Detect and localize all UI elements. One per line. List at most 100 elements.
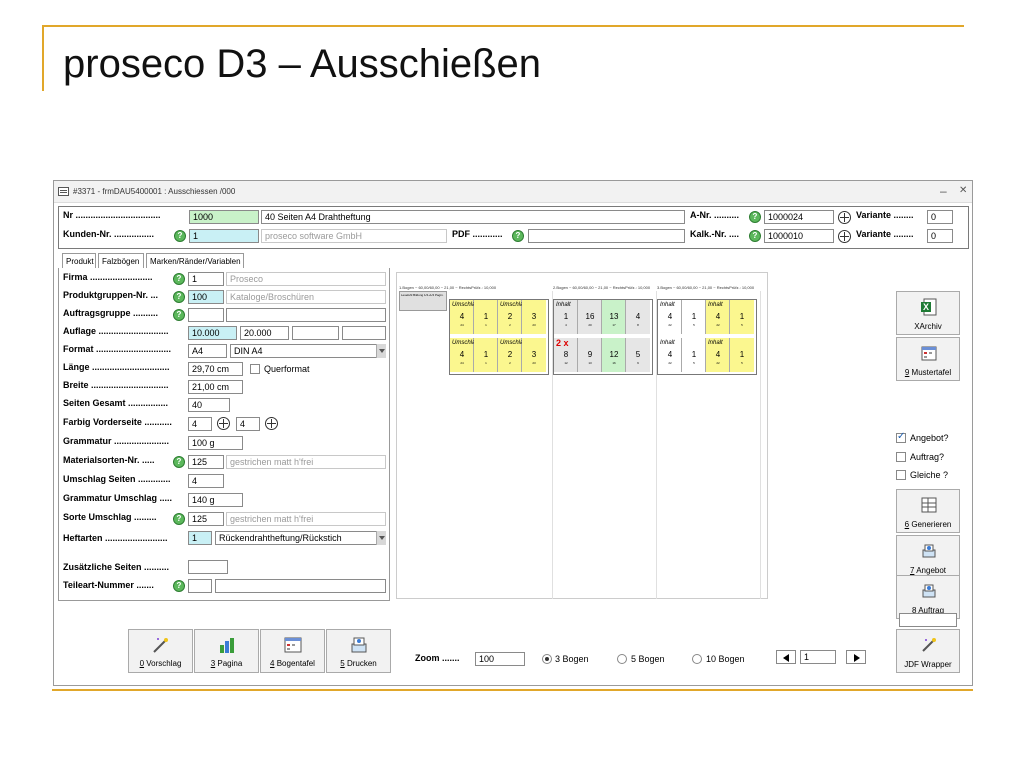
format-select[interactable]: DIN A4 [230,344,386,358]
variante-field[interactable]: 0 [927,210,953,224]
angebot-button[interactable]: 7 Angebot [896,535,960,579]
grammatur-field[interactable]: 100 g [188,436,243,450]
heftarten-label: Heftarten ......................... [63,533,168,543]
help-icon[interactable]: ? [749,230,761,242]
format-field[interactable]: A4 [188,344,227,358]
crosshair-icon[interactable] [838,230,851,243]
chevron-down-icon[interactable] [376,531,386,545]
radio-5-bogen[interactable] [617,654,627,664]
header-panel: Nr .................................. 10… [58,206,969,249]
crosshair-icon[interactable] [265,417,278,430]
auflage-field-1[interactable]: 10.000 [188,326,237,340]
gleiche-checkbox[interactable] [896,470,906,480]
help-icon[interactable]: ? [749,211,761,223]
drucken-button[interactable]: 5 Drucken [326,629,391,673]
produktgruppe-field[interactable]: 100 [188,290,224,304]
breite-field[interactable]: 21,00 cm [188,380,243,394]
kalk-field[interactable]: 1000010 [764,229,834,243]
next-page-button[interactable] [846,650,866,664]
sheet-1[interactable]: Umschlag 4 24 11 Umschlag 2 2 3 23 Umschlag 4 2… [449,299,549,375]
auftragsgruppe-field[interactable] [188,308,224,322]
xarchiv-button[interactable]: X XArchiv [896,291,960,335]
teileart-name [215,579,386,593]
material-field[interactable]: 125 [188,455,224,469]
help-icon[interactable]: ? [173,309,185,321]
crosshair-icon[interactable] [217,417,230,430]
crosshair-icon[interactable] [838,211,851,224]
calendar-icon [284,637,302,653]
page-label: Inhalt [708,302,723,308]
variante-field[interactable]: 0 [927,229,953,243]
kunden-name-field: proseco software GmbH [261,229,447,243]
generieren-button[interactable]: 6 Generieren [896,489,960,533]
seiten-field[interactable]: 40 [188,398,230,412]
mustertafel-label: Mustertafel [909,368,952,377]
firma-field[interactable]: 1 [188,272,224,286]
status-field[interactable] [899,613,957,627]
grammatur-umschlag-field[interactable]: 140 g [188,493,243,507]
auftragsgruppe-name [226,308,386,322]
farbig-field-2[interactable]: 4 [236,417,260,431]
close-button[interactable]: ✕ [959,184,967,198]
previous-page-button[interactable] [776,650,796,664]
zusaetzliche-seiten-label: Zusätzliche Seiten .......... [63,562,170,572]
xarchiv-label: XArchiv [914,322,942,331]
bogentafel-button[interactable]: 4 Bogentafel [260,629,325,673]
description-field[interactable]: 40 Seiten A4 Drahtheftung [261,210,685,224]
zoom-field[interactable]: 100 [475,652,525,666]
auflage-field-4[interactable] [342,326,386,340]
sheet-note: Lesefehl Bildung 1/4+1/4 Pagin. [399,291,447,311]
pagina-button[interactable]: 3 Pagina [194,629,259,673]
sorte-umschlag-field[interactable]: 125 [188,512,224,526]
anr-label: A-Nr. .......... [690,210,740,220]
kunden-field[interactable]: 1 [189,229,259,243]
tab-falzboegen[interactable]: Falzbögen [98,253,144,268]
sheet-2[interactable]: Inhalt 1 4 16 20 13 17 48 2 x 8 12 9 13 12 16 59 [553,299,653,375]
auflage-field-3[interactable] [292,326,339,340]
page-field[interactable]: 1 [800,650,836,664]
sheet-header: 3.Bogen ~ 60,00/60,00 ~ 21,00 ~ RechtsPr… [657,285,755,290]
help-icon[interactable]: ? [512,230,524,242]
help-icon[interactable]: ? [173,513,185,525]
angebot-checkbox[interactable] [896,431,906,443]
heftarten-field[interactable]: 1 [188,531,212,545]
querformat-checkbox[interactable] [250,364,260,374]
laenge-field[interactable]: 29,70 cm [188,362,243,376]
heftarten-select[interactable]: Rückendrahtheftung/Rückstich [215,531,386,545]
zusaetzliche-seiten-field[interactable] [188,560,228,574]
bogentafel-label: Bogentafel [274,659,315,668]
radio-10-bogen[interactable] [692,654,702,664]
help-icon[interactable]: ? [173,580,185,592]
auflage-field-2[interactable]: 20.000 [240,326,289,340]
minimize-button[interactable]: – [940,184,947,198]
sheet-3[interactable]: Inhalt 4 22 15 Inhalt 4 22 15 Inhalt 4 22 15 I… [657,299,757,375]
chevron-down-icon[interactable] [376,344,386,358]
radio-3-bogen[interactable] [542,654,552,664]
farbig-field-1[interactable]: 4 [188,417,212,431]
tab-marken[interactable]: Marken/Ränder/Variablen [146,253,244,268]
anr-field[interactable]: 1000024 [764,210,834,224]
help-icon[interactable]: ? [173,273,185,285]
help-icon[interactable]: ? [174,230,186,242]
umschlag-seiten-label: Umschlag Seiten ............. [63,474,171,484]
auftrag-checkbox[interactable] [896,452,906,462]
slide-title: proseco D3 – Ausschießen [63,42,542,86]
vorschlag-button[interactable]: 0 Vorschlag [128,629,193,673]
mustertafel-button[interactable]: 9 Mustertafel [896,337,960,381]
pdf-label: PDF ............ [452,229,503,239]
imposition-preview[interactable]: 1.Bogen ~ 60,00/60,00 ~ 21,00 ~ RechtsPr… [396,272,768,599]
material-label: Materialsorten-Nr. ..... [63,455,155,465]
grammatur-label: Grammatur ...................... [63,436,170,446]
teileart-label: Teileart-Nummer ....... [63,580,154,590]
tab-produkt[interactable]: Produkt [62,253,96,268]
help-icon[interactable]: ? [173,456,185,468]
jdf-wrapper-button[interactable]: JDF Wrapper [896,629,960,673]
teileart-field[interactable] [188,579,212,593]
pdf-field[interactable] [528,229,685,243]
umschlag-seiten-field[interactable]: 4 [188,474,224,488]
kunden-label: Kunden-Nr. ................ [63,229,155,239]
gleiche-checkbox-label: Gleiche ? [910,470,949,480]
sheet-header: 1.Bogen ~ 60,00/60,00 ~ 21,00 ~ RechtsPr… [399,285,497,290]
nr-field[interactable]: 1000 [189,210,259,224]
help-icon[interactable]: ? [173,291,185,303]
